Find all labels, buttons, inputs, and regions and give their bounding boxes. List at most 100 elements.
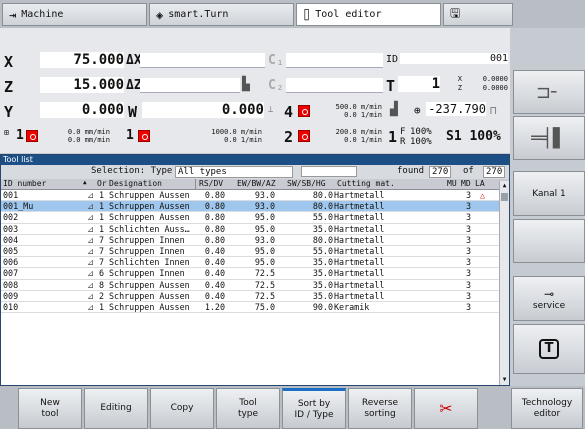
cell-ew-bw-az: 95.0 (254, 223, 275, 234)
table-row[interactable]: ⊿ 008 8 Schruppen Aussen 0.40 72.5 35.0 Hartmet… (1, 280, 509, 291)
technology-editor-button[interactable]: Technology editor (511, 388, 583, 429)
chuck-icon: ▙ (242, 77, 250, 92)
col-sw-sb-hg[interactable]: SW/SB/HG (287, 179, 326, 188)
orientation-icon: ⊿ (87, 201, 95, 212)
col-mu[interactable]: MU (447, 179, 457, 188)
tab-smart-turn[interactable]: ◈ smart.Turn (149, 3, 294, 26)
save-icon: 🖫 (450, 6, 461, 20)
delete-tool-icon: ✂ (439, 399, 453, 418)
orientation-icon: ⊿ (87, 268, 95, 279)
cell-ew-bw-az: 95.0 (254, 245, 275, 256)
col-rs-dv[interactable]: RS/DV (199, 179, 223, 188)
feed-override: 100% (410, 127, 432, 137)
table-row[interactable]: ⊿ 001_Mu 1 Schruppen Aussen 0.80 93.0 80.0 Hart… (1, 201, 509, 213)
cell-sw-sb-hg: 80.0 (312, 234, 333, 245)
cell-cutting-mat: Hartmetall (334, 212, 385, 223)
col-designation[interactable]: Designation (109, 179, 162, 188)
scroll-down-icon[interactable]: ▼ (501, 376, 508, 384)
cell-sw-sb-hg: 80.0 (312, 190, 333, 200)
cell-ew-bw-az: 95.0 (254, 257, 275, 268)
softkey-tool-holder[interactable]: ═╡▌ (513, 116, 585, 160)
selection-type-field[interactable]: All types (175, 166, 293, 178)
col-cutting-mat[interactable]: Cutting mat. (337, 179, 395, 188)
arrow-diamond-icon: ◈ (156, 7, 164, 22)
softkey-empty[interactable] (513, 219, 585, 263)
sort-by-button[interactable]: Sort by ID / Type (282, 388, 346, 429)
orientation-icon: ⊿ (87, 234, 95, 245)
table-row[interactable]: ⊿ 006 7 Schlichten Innen 0.40 95.0 35.0 Hartmet… (1, 257, 509, 269)
c1-label: C (268, 53, 276, 68)
softkey-bar: New tool Editing Copy Tool type Sort by … (0, 386, 585, 429)
col-ew-bw-az[interactable]: EW/BW/AZ (237, 179, 276, 188)
cell-md: 3 (465, 290, 471, 301)
cell-sw-sb-hg: 35.0 (312, 290, 333, 301)
reverse-sorting-button[interactable]: Reverse sorting (348, 388, 412, 429)
col-id-number[interactable]: ID number (3, 179, 46, 188)
angle-unit-icon: ⊓ (490, 104, 497, 117)
tab-bar: ⇥ Machine ◈ smart.Turn ⌷ Tool editor 🖫 (0, 0, 585, 28)
col-orientation[interactable]: Or (97, 179, 107, 188)
c2-field (286, 78, 383, 93)
c1-field (286, 53, 383, 68)
cell-cutting-mat: Hartmetall (334, 268, 385, 279)
selection-filter-field[interactable] (301, 166, 357, 177)
tool-list-title: Tool list (1, 155, 509, 165)
scroll-up-icon[interactable]: ▲ (501, 182, 508, 190)
orientation-icon: ⊿ (87, 212, 95, 223)
cell-id: 001 (3, 190, 19, 200)
tool-type-button[interactable]: Tool type (216, 388, 280, 429)
cell-ew-bw-az: 75.0 (254, 301, 275, 312)
table-row[interactable]: ⊿ 004 7 Schruppen Innen 0.80 93.0 80.0 Hartmeta… (1, 235, 509, 246)
tab-save[interactable]: 🖫 (443, 3, 513, 26)
table-row[interactable]: ⊿ 009 2 Schruppen Aussen 0.40 72.5 35.0 Hartmet… (1, 291, 509, 302)
y-axis-label: Y (4, 103, 14, 121)
cell-md: 3 (465, 257, 471, 268)
arrow-right-icon: ⇥ (9, 7, 17, 22)
cell-md: 3 (465, 279, 471, 290)
t-button-icon: T (539, 339, 559, 359)
cell-rs-dv: 0.80 (204, 234, 225, 245)
cell-designation: Schlichten Innen (109, 257, 190, 268)
id-label: ID (386, 54, 399, 65)
cell-sw-sb-hg: 35.0 (312, 257, 333, 268)
orientation-icon: ⊿ (87, 301, 95, 312)
table-row[interactable]: ⊿ 001 1 Schruppen Aussen 0.80 93.0 80.0 Hartmet… (1, 190, 509, 202)
table-row[interactable]: ⊿ 003 1 Schlichten Auss… 0.80 95.0 35.0 Hartmet… (1, 224, 509, 235)
cell-orientation: 1 (99, 223, 105, 234)
cell-id: 007 (3, 268, 19, 279)
cell-ew-bw-az: 93.0 (254, 190, 275, 200)
table-row[interactable]: ⊿ 002 1 Schruppen Aussen 0.80 95.0 55.0 Hartmet… (1, 212, 509, 224)
cell-designation: Schruppen Aussen (109, 279, 190, 290)
holder-icon: ═╡▌ (531, 127, 567, 149)
copy-button[interactable]: Copy (150, 388, 214, 429)
delete-tool-button[interactable]: ✂ (414, 388, 478, 429)
softkey-kanal-1[interactable]: Kanal 1 (513, 171, 585, 216)
softkey-service[interactable]: ⊸ service (513, 276, 585, 321)
softkey-t-icon[interactable]: T (513, 324, 585, 374)
softkey-tool-view[interactable]: ⊐╴ (513, 70, 585, 114)
cell-sw-sb-hg: 35.0 (312, 279, 333, 290)
table-row[interactable]: ⊿ 005 7 Schruppen Innen 0.40 95.0 55.0 Hartmeta… (1, 245, 509, 258)
x-axis-label: X (4, 53, 14, 71)
tab-machine[interactable]: ⇥ Machine (2, 3, 147, 26)
scroll-thumb[interactable] (501, 193, 508, 201)
cell-designation: Schruppen Aussen (109, 301, 190, 312)
col-md[interactable]: MD (461, 179, 471, 188)
orientation-icon: ⊿ (87, 190, 95, 200)
x-position: 75.000 (40, 52, 124, 68)
cell-orientation: 8 (99, 279, 105, 290)
w-position: 0.000 (142, 102, 264, 118)
spindle-icon: ⊥ (268, 105, 274, 115)
w-axis-label: W (128, 103, 138, 121)
editing-button[interactable]: Editing (84, 388, 148, 429)
cell-orientation: 1 (99, 212, 105, 223)
cell-designation: Schruppen Aussen (109, 212, 190, 223)
table-row[interactable]: ⊿ 007 6 Schruppen Innen 0.40 72.5 35.0 Hartmeta… (1, 268, 509, 280)
tab-tool-editor[interactable]: ⌷ Tool editor (296, 3, 441, 26)
cell-designation: Schruppen Aussen (109, 190, 190, 200)
tool-list-rows: ⊿ 001 1 Schruppen Aussen 0.80 93.0 80.0 Hartmet… (1, 190, 509, 314)
col-la[interactable]: LA (475, 179, 485, 188)
table-row[interactable]: ⊿ 010 1 Schruppen Aussen 1.20 75.0 90.0 Keramik… (1, 301, 509, 314)
tool-list-scrollbar[interactable]: ▲ ▼ (499, 181, 509, 385)
new-tool-button[interactable]: New tool (18, 388, 82, 429)
